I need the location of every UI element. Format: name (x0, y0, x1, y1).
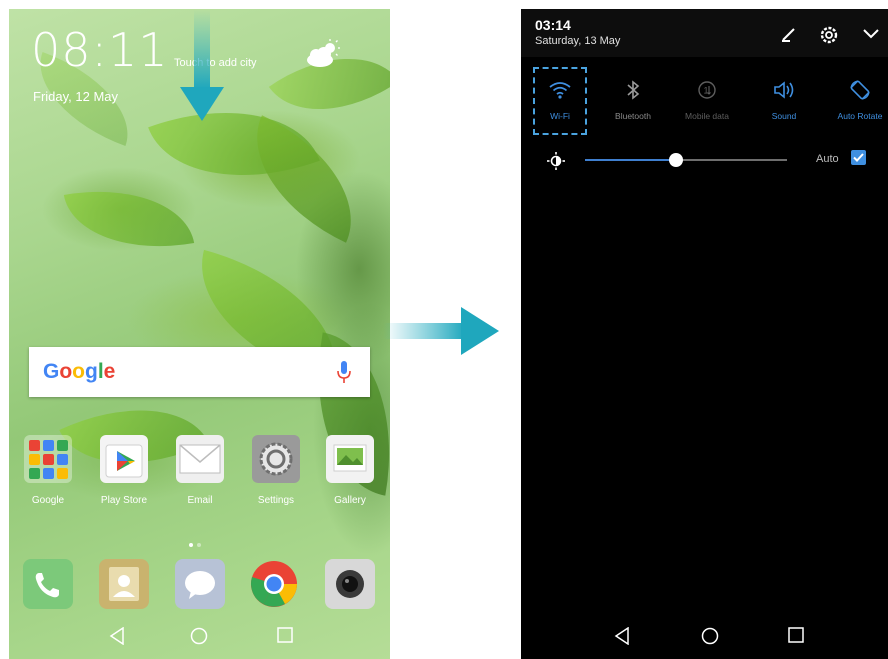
home-date: Friday, 12 May (33, 89, 119, 104)
panel-nav-bar (521, 615, 888, 659)
contacts-icon[interactable] (99, 559, 149, 609)
app-google-folder[interactable]: Google (15, 435, 81, 506)
google-folder-icon (24, 435, 72, 483)
recents-icon[interactable] (788, 627, 804, 643)
notification-panel: 03:14 Saturday, 13 May Wi-Fi Bluetooth 1… (521, 9, 888, 659)
toggle-auto-rotate[interactable]: Auto Rotate (825, 79, 888, 121)
toggle-label: Auto Rotate (837, 111, 883, 121)
toggle-label: Bluetooth (615, 111, 651, 121)
svg-text:1: 1 (704, 86, 709, 96)
auto-rotate-icon (850, 80, 870, 100)
partly-cloudy-icon[interactable] (305, 39, 341, 69)
swipe-down-arrow-icon (180, 9, 224, 121)
toggle-label: Wi-Fi (550, 111, 570, 121)
home-icon[interactable] (190, 627, 208, 645)
panel-date: Saturday, 13 May (535, 35, 621, 47)
app-label: Email (187, 495, 213, 506)
messages-icon[interactable] (175, 559, 225, 609)
camera-icon[interactable] (325, 559, 375, 609)
bluetooth-icon (627, 80, 640, 100)
page-dot-active (189, 543, 193, 547)
checkmark-icon (853, 153, 864, 162)
app-gallery[interactable]: Gallery (317, 435, 383, 506)
brightness-slider-fill (585, 159, 676, 161)
app-label: Gallery (334, 495, 366, 506)
toggle-label: Sound (771, 111, 797, 121)
edit-icon[interactable] (780, 25, 798, 43)
brightness-slider[interactable] (585, 153, 787, 167)
app-play-store[interactable]: Play Store (91, 435, 157, 506)
leaf-decoration (63, 174, 195, 264)
mobile-data-icon: 1 (698, 81, 716, 99)
home-icon[interactable] (701, 627, 719, 645)
app-settings[interactable]: Settings (243, 435, 309, 506)
auto-brightness-label: Auto (816, 153, 839, 165)
page-indicator (187, 534, 217, 547)
toggle-mobile-data[interactable]: 1 Mobile data (672, 79, 742, 121)
toggle-bluetooth[interactable]: Bluetooth (598, 79, 668, 121)
toggle-wifi[interactable]: Wi-Fi (525, 79, 595, 121)
gallery-icon (326, 435, 374, 483)
sound-icon (774, 81, 794, 99)
chrome-icon[interactable] (249, 559, 299, 609)
collapse-chevron-icon[interactable] (861, 25, 881, 41)
toggle-label: Mobile data (685, 111, 729, 121)
google-search-bar[interactable]: Google (29, 347, 370, 397)
google-logo: Google (43, 360, 116, 383)
home-clock: 08:11 (31, 23, 169, 77)
panel-time: 03:14 (535, 17, 571, 33)
recents-icon[interactable] (277, 627, 293, 643)
auto-brightness-checkbox[interactable] (851, 150, 866, 165)
wifi-icon (549, 82, 571, 99)
back-icon[interactable] (614, 627, 630, 645)
app-label: Google (31, 495, 65, 506)
brightness-slider-thumb[interactable] (668, 153, 683, 167)
back-icon[interactable] (109, 627, 125, 645)
settings-icon (252, 435, 300, 483)
toggle-sound[interactable]: Sound (749, 79, 819, 121)
brightness-icon (547, 152, 565, 170)
home-screen: 08:11 Friday, 12 May Touch to add city G… (9, 9, 390, 659)
phone-icon[interactable] (23, 559, 73, 609)
settings-gear-icon[interactable] (819, 25, 839, 45)
microphone-icon[interactable] (336, 360, 352, 386)
email-icon (176, 435, 224, 483)
app-label: Play Store (100, 495, 148, 506)
app-email[interactable]: Email (167, 435, 233, 506)
home-nav-bar (9, 615, 390, 659)
play-store-icon (100, 435, 148, 483)
app-label: Settings (257, 495, 295, 506)
page-dot (197, 543, 201, 547)
transition-arrow-icon (383, 307, 499, 355)
